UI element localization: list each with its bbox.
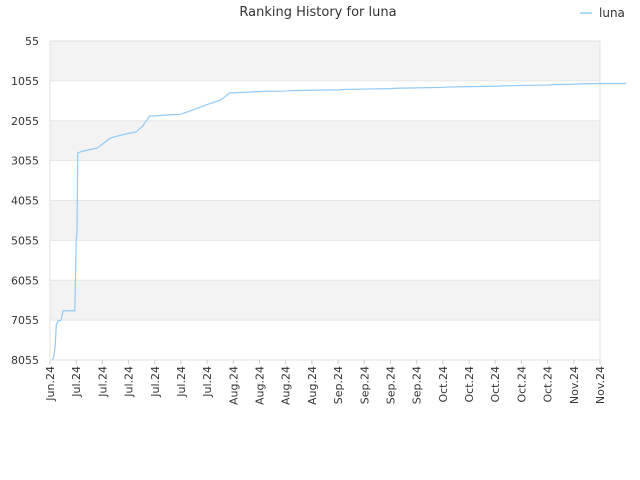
y-tick-label: 4055 xyxy=(11,195,39,208)
plot-area: 55 1055 2055 3055 4055 5055 6055 7055 8055 Jun.24… xyxy=(11,35,627,405)
x-tick-label: Oct.24 xyxy=(489,366,502,403)
x-tick-label: Nov.24 xyxy=(594,366,607,404)
x-tick-label: Oct.24 xyxy=(437,366,450,403)
x-tick-label: Sep.24 xyxy=(358,366,371,404)
x-tick-label: Jul.24 xyxy=(123,366,136,398)
x-tick-label: Jul.24 xyxy=(70,366,83,398)
legend-label-luna: luna xyxy=(599,6,625,20)
legend[interactable]: luna xyxy=(580,6,625,20)
x-tick-label: Sep.24 xyxy=(332,366,345,404)
x-tick-label: Oct.24 xyxy=(515,366,528,403)
grid-band xyxy=(50,160,600,201)
y-tick-label: 2055 xyxy=(11,115,39,128)
x-tick-label: Jul.24 xyxy=(149,366,162,398)
y-tick-label: 55 xyxy=(25,35,39,48)
x-tick-label: Jul.24 xyxy=(175,366,188,398)
y-tick-label: 6055 xyxy=(11,274,39,287)
grid-band xyxy=(50,200,600,241)
x-tick-label: Oct.24 xyxy=(542,366,555,403)
y-tick-label: 1055 xyxy=(11,75,39,88)
grid-band xyxy=(50,280,600,321)
grid-band xyxy=(50,80,600,121)
ranking-chart: Ranking History for luna 55 1055 2055 3055 4… xyxy=(11,5,627,405)
x-tick-label: Aug.24 xyxy=(280,366,293,405)
y-tick-label: 5055 xyxy=(11,234,39,247)
x-tick-label: Oct.24 xyxy=(463,366,476,403)
x-tick-label: Jun.24 xyxy=(44,366,57,402)
x-tick-label: Aug.24 xyxy=(306,366,319,405)
x-tick-label: Jul.24 xyxy=(96,366,109,398)
x-tick-label: Sep.24 xyxy=(384,366,397,404)
y-tick-label: 8055 xyxy=(11,354,39,367)
grid-band xyxy=(50,41,600,81)
x-tick-label: Sep.24 xyxy=(411,366,424,404)
x-tick-label: Aug.24 xyxy=(227,366,240,405)
chart-title: Ranking History for luna xyxy=(239,5,396,20)
x-tick-label: Nov.24 xyxy=(568,366,581,404)
x-tick-label: Aug.24 xyxy=(254,366,267,405)
grid-band xyxy=(50,120,600,161)
x-tick-label: Jul.24 xyxy=(201,366,214,398)
grid-band xyxy=(50,240,600,281)
y-tick-label: 7055 xyxy=(11,314,39,327)
grid-band xyxy=(50,320,600,360)
y-tick-label: 3055 xyxy=(11,155,39,168)
